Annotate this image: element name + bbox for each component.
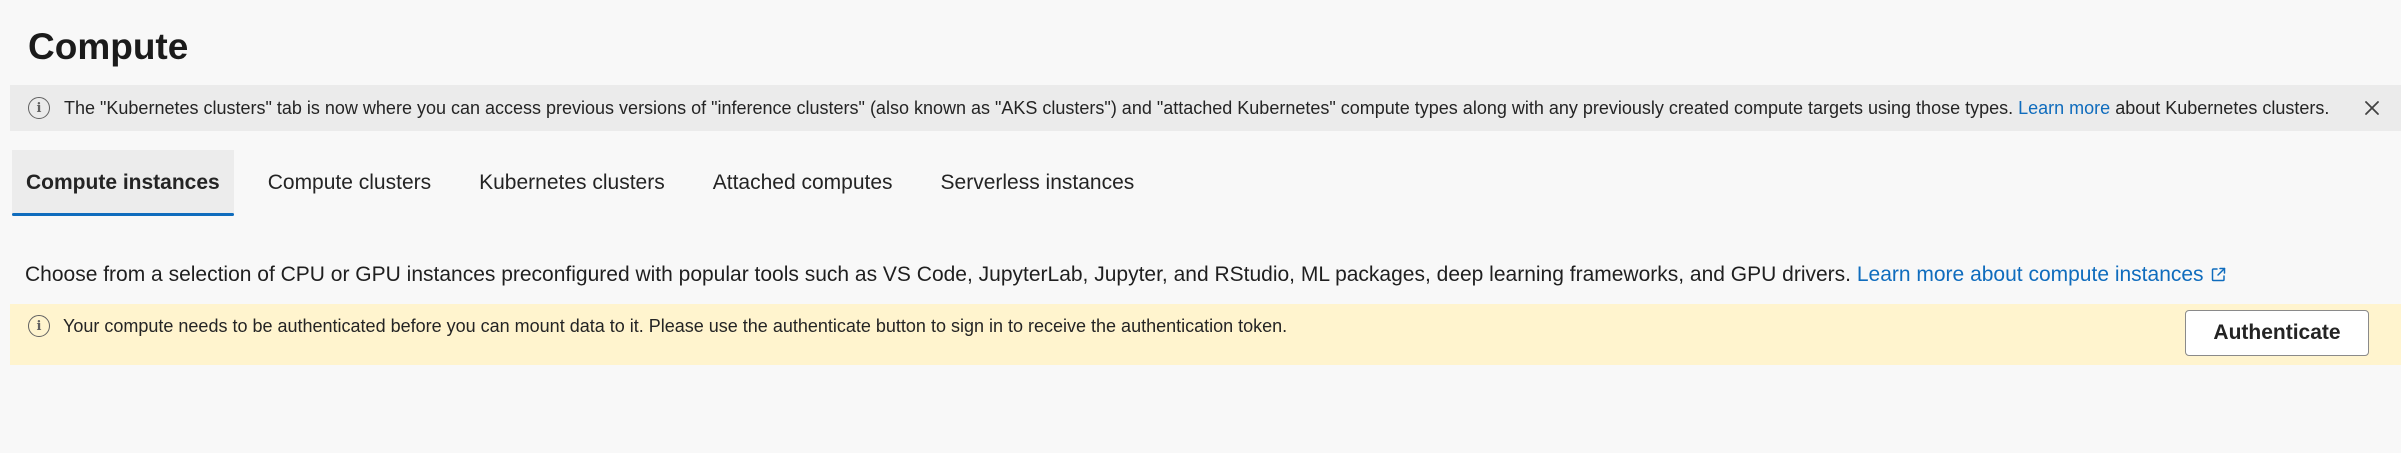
tab-compute-clusters[interactable]: Compute clusters <box>254 150 445 216</box>
description-text: Choose from a selection of CPU or GPU in… <box>25 263 1851 286</box>
authentication-warning-bar: i Your compute needs to be authenticated… <box>10 304 2401 365</box>
tab-attached-computes[interactable]: Attached computes <box>699 150 907 216</box>
notice-suffix: about Kubernetes clusters. <box>2115 97 2330 118</box>
info-icon: i <box>28 97 50 119</box>
description-link-text: Learn more about compute instances <box>1856 263 2204 286</box>
compute-page: Compute i The "Kubernetes clusters" tab … <box>0 0 2401 453</box>
external-link-icon <box>2210 262 2227 282</box>
page-title: Compute <box>28 26 189 67</box>
tab-label: Attached computes <box>712 171 893 194</box>
tab-label: Compute clusters <box>267 171 432 194</box>
kubernetes-notice-bar: i The "Kubernetes clusters" tab is now w… <box>10 85 2401 131</box>
learn-more-compute-instances-link[interactable]: Learn more about compute instances <box>1857 263 2227 286</box>
tab-compute-instances[interactable]: Compute instances <box>12 150 234 216</box>
authentication-warning-text: Your compute needs to be authenticated b… <box>63 316 1288 336</box>
compute-instances-description: Choose from a selection of CPU or GPU in… <box>25 260 2227 290</box>
tab-label: Compute instances <box>26 171 220 194</box>
tab-label: Kubernetes clusters <box>479 171 665 194</box>
compute-tabs: Compute instances Compute clusters Kuber… <box>12 150 1168 216</box>
notice-message: The "Kubernetes clusters" tab is now whe… <box>64 98 2329 119</box>
close-icon[interactable] <box>2361 97 2383 119</box>
tab-kubernetes-clusters[interactable]: Kubernetes clusters <box>465 150 679 216</box>
tab-label: Serverless instances <box>940 171 1135 194</box>
notice-text: The "Kubernetes clusters" tab is now whe… <box>64 97 2014 118</box>
tab-serverless-instances[interactable]: Serverless instances <box>927 150 1149 216</box>
notice-learn-more-link[interactable]: Learn more <box>2018 98 2110 118</box>
info-icon: i <box>28 315 50 337</box>
authenticate-button[interactable]: Authenticate <box>2185 310 2369 356</box>
